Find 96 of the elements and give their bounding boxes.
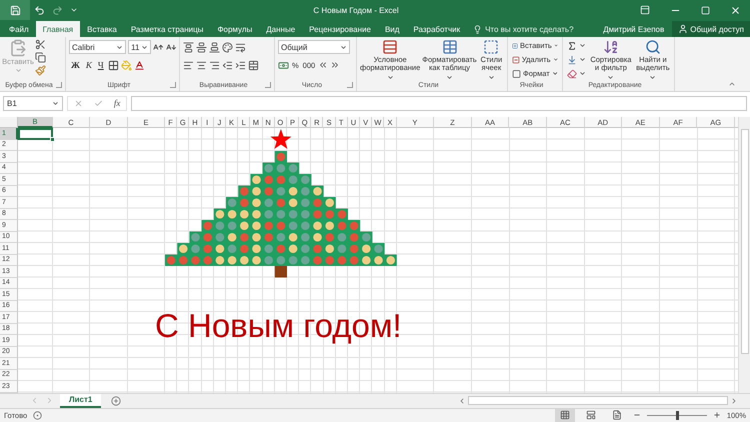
save-button[interactable] (0, 0, 30, 20)
align-left-icon[interactable] (183, 60, 194, 70)
zoom-slider-thumb[interactable] (676, 410, 679, 420)
caret-icon (70, 6, 78, 14)
ribbon-tab[interactable]: Рецензирование (302, 21, 378, 37)
ribbon-tab[interactable]: Вставка (80, 21, 124, 37)
dialog-launcher-icon[interactable] (265, 82, 271, 88)
font-name-field[interactable]: Calibri (69, 40, 126, 54)
format-painter-icon[interactable] (35, 65, 46, 76)
redo-icon (52, 4, 62, 16)
font-color-icon[interactable] (134, 60, 145, 70)
macro-record-icon[interactable] (33, 410, 42, 420)
delete-cells-icon (512, 54, 520, 64)
indent-decrease-icon[interactable] (222, 60, 233, 70)
lightbulb-icon (473, 24, 482, 34)
undo-icon (34, 4, 44, 16)
horizontal-scrollbar[interactable] (458, 395, 738, 406)
greeting-text: С Новым годом! (155, 309, 402, 342)
ribbon-tab[interactable]: Вид (378, 21, 406, 37)
caret-icon (141, 44, 148, 50)
name-box[interactable]: B1 (3, 96, 63, 110)
vertical-scrollbar[interactable] (738, 117, 750, 392)
caret-icon (649, 74, 656, 80)
ribbon-tab[interactable]: Разработчик (406, 21, 468, 37)
merge-cells-icon[interactable] (248, 60, 259, 70)
caret-icon (488, 74, 495, 80)
user-icon (678, 24, 688, 34)
caret-icon (340, 44, 347, 50)
normal-view-button[interactable] (554, 408, 575, 422)
cell-style-icon (483, 39, 500, 55)
page-icon (612, 410, 622, 420)
top-align-icon[interactable] (183, 42, 194, 52)
format-cells-icon (512, 68, 522, 78)
save-icon (10, 4, 20, 16)
selected-cell[interactable] (18, 128, 53, 140)
table-icon (442, 39, 458, 55)
caret-icon (607, 74, 614, 80)
caret-icon (446, 74, 453, 80)
window-title: С Новым Годом - Excel (312, 6, 400, 14)
insert-function-button[interactable]: fx (114, 98, 120, 108)
ribbon-tab[interactable]: Файл (2, 21, 36, 37)
panel-icon (640, 5, 650, 15)
grid-icon (560, 410, 570, 420)
align-center-icon[interactable] (196, 60, 207, 70)
wrap-text-icon[interactable] (235, 42, 246, 52)
number-format-field[interactable]: Общий (278, 40, 350, 54)
share-button[interactable]: Общий доступ (672, 21, 750, 37)
align-right-icon[interactable] (209, 60, 220, 70)
borders-icon[interactable] (108, 60, 119, 70)
fill-down-icon (567, 54, 577, 64)
shrink-font-icon[interactable] (166, 42, 176, 52)
eraser-icon (567, 68, 577, 78)
tell-me-placeholder: Что вы хотите сделать? (485, 24, 574, 34)
bottom-align-icon[interactable] (209, 42, 220, 52)
search-icon (644, 39, 661, 55)
scroll-left-icon[interactable] (458, 396, 466, 404)
scroll-right-icon[interactable] (730, 396, 738, 404)
italic-button[interactable]: К (84, 58, 94, 72)
maximize-icon (700, 6, 710, 14)
ribbon-tab[interactable]: Формулы (210, 21, 260, 37)
underline-button[interactable]: Ч (96, 58, 106, 72)
copy-icon[interactable] (35, 52, 46, 63)
close-icon (730, 4, 740, 16)
formula-field[interactable] (131, 96, 747, 110)
user-name: Дмитрий Езепов (603, 24, 666, 36)
sigma-icon (567, 40, 577, 50)
bold-button[interactable]: Ж (69, 58, 82, 72)
sort-icon (602, 39, 619, 55)
fill-button[interactable] (566, 53, 587, 66)
middle-align-icon[interactable] (196, 42, 207, 52)
ribbon-tab[interactable]: Разметка страницы (124, 21, 210, 37)
page-layout-icon (586, 410, 596, 420)
indent-increase-icon[interactable] (235, 60, 246, 70)
dialog-launcher-icon[interactable] (56, 82, 62, 88)
zoom-in-icon[interactable] (712, 411, 721, 419)
ribbon-tab[interactable]: Главная (36, 21, 80, 37)
cut-icon[interactable] (35, 39, 46, 50)
fill-color-icon[interactable] (120, 60, 132, 70)
caret-icon (14, 67, 22, 74)
add-sheet-icon[interactable] (111, 396, 122, 406)
dialog-launcher-icon[interactable] (170, 82, 176, 88)
ribbon-tab[interactable]: Данные (259, 21, 302, 37)
insert-cells-icon (512, 40, 518, 50)
clear-button[interactable] (566, 67, 587, 80)
font-size-field[interactable]: 11 (128, 40, 152, 54)
sheet-tab[interactable]: Лист1 (60, 394, 102, 408)
caret-icon (386, 74, 394, 80)
conditional-format-icon (382, 39, 398, 55)
caret-icon (52, 100, 59, 106)
currency-icon[interactable] (278, 60, 289, 70)
grow-font-icon[interactable] (153, 42, 164, 52)
clipboard-icon (9, 39, 27, 57)
tell-me-field[interactable]: Что вы хотите сделать? (473, 21, 574, 37)
caret-icon (116, 44, 124, 50)
collapse-ribbon-icon[interactable] (728, 80, 736, 88)
dialog-launcher-icon[interactable] (347, 82, 353, 88)
